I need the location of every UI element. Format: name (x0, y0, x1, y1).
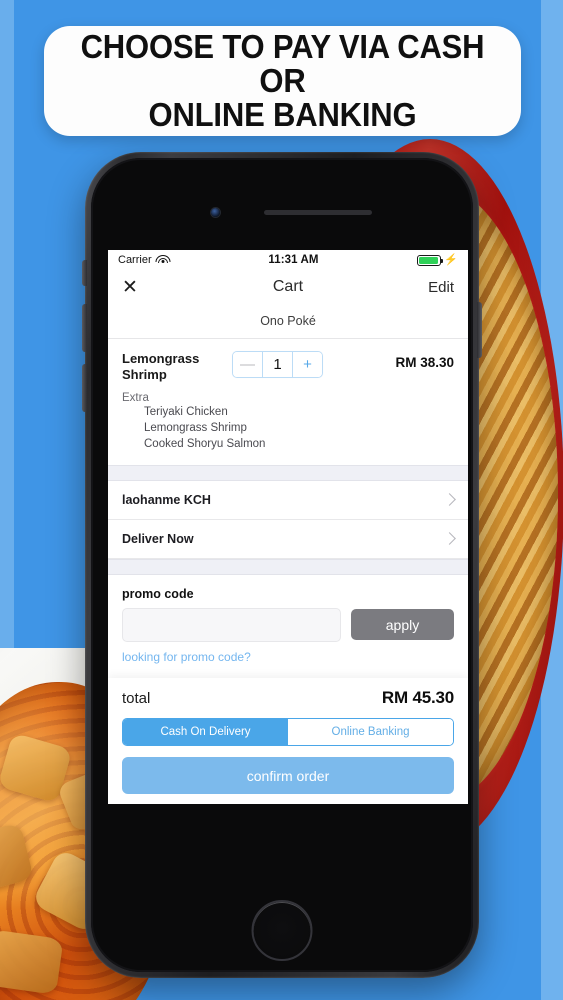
delivery-time-label: Deliver Now (122, 531, 194, 546)
phone-mockup: Carrier 11:31 AM ⚡ ✕ Cart Edit Ono Poké … (82, 152, 482, 978)
extra-option: Teriyaki Chicken (144, 406, 228, 419)
battery-icon (417, 254, 444, 266)
headline-text: CHOOSE TO PAY VIA CASH OR ONLINE BANKING (58, 27, 506, 134)
wifi-icon (155, 255, 171, 265)
vendor-name: Ono Poké (108, 304, 468, 339)
chevron-right-icon (443, 493, 456, 507)
earpiece-speaker (264, 210, 372, 215)
page-title: Cart (272, 278, 304, 295)
total-label: total (122, 690, 151, 707)
cart-item-name: Lemongrass Shrimp (122, 351, 200, 382)
promo-help-link[interactable]: looking for promo code? (122, 650, 454, 664)
total-row: total RM 45.30 (122, 686, 454, 718)
phone-screen: Carrier 11:31 AM ⚡ ✕ Cart Edit Ono Poké … (108, 250, 468, 804)
payment-option-online-banking[interactable]: Online Banking (288, 719, 453, 745)
poster-canvas: CHOOSE TO PAY VIA CASH OR ONLINE BANKING… (0, 0, 563, 1000)
status-bar: Carrier 11:31 AM ⚡ (108, 250, 468, 270)
increase-quantity-button[interactable]: + (293, 352, 322, 377)
volume-up-button[interactable] (82, 304, 87, 352)
section-separator (108, 464, 468, 481)
quantity-stepper[interactable]: — 1 + (232, 351, 323, 378)
close-icon[interactable]: ✕ (122, 278, 138, 297)
total-value: RM 45.30 (381, 688, 454, 707)
chevron-right-icon (443, 532, 456, 546)
extra-option: Cooked Shoryu Salmon (144, 437, 266, 450)
edit-button[interactable]: Edit (428, 279, 454, 296)
power-button[interactable] (477, 302, 482, 358)
carrier-label: Carrier (118, 254, 152, 266)
status-bar-time: 11:31 AM (268, 254, 319, 266)
promo-code-input[interactable] (122, 607, 341, 642)
headline-line-2: ONLINE BANKING (148, 96, 417, 134)
headline-banner: CHOOSE TO PAY VIA CASH OR ONLINE BANKING (44, 26, 521, 136)
payment-option-cash-on-delivery[interactable]: Cash On Delivery (123, 719, 288, 745)
decrease-quantity-button[interactable]: — (233, 352, 262, 377)
section-separator (108, 558, 468, 575)
promo-code-label: promo code (122, 586, 194, 601)
payment-method-segmented-control[interactable]: Cash On Delivery Online Banking (122, 718, 454, 746)
quantity-value: 1 (262, 352, 293, 377)
headline-line-1: CHOOSE TO PAY VIA CASH OR (80, 27, 485, 99)
cart-item-extras: Extra Teriyaki Chicken Lemongrass Shrimp… (108, 386, 468, 465)
home-button[interactable] (251, 900, 313, 961)
cart-item-row: Lemongrass Shrimp — 1 + RM 38.30 (108, 339, 468, 386)
front-camera-icon (211, 208, 220, 217)
promo-code-row: apply (122, 607, 454, 642)
volume-down-button[interactable] (82, 364, 87, 412)
delivery-address-label: laohanme KCH (122, 492, 211, 507)
nav-bar: ✕ Cart Edit (108, 270, 468, 304)
mute-switch[interactable] (82, 260, 87, 286)
phone-bezel: Carrier 11:31 AM ⚡ ✕ Cart Edit Ono Poké … (91, 158, 473, 972)
extras-label: Extra (122, 392, 149, 405)
confirm-order-button[interactable]: confirm order (122, 757, 454, 794)
checkout-bar: total RM 45.30 Cash On Delivery Online B… (108, 678, 468, 804)
extra-option: Lemongrass Shrimp (144, 422, 247, 435)
charging-icon: ⚡ (444, 253, 458, 266)
status-bar-left: Carrier (118, 254, 171, 266)
delivery-time-row[interactable]: Deliver Now (108, 519, 468, 559)
cart-item-price: RM 38.30 (395, 355, 454, 370)
delivery-address-row[interactable]: laohanme KCH (108, 480, 468, 520)
status-bar-right: ⚡ (417, 253, 458, 266)
apply-promo-button[interactable]: apply (351, 609, 454, 641)
